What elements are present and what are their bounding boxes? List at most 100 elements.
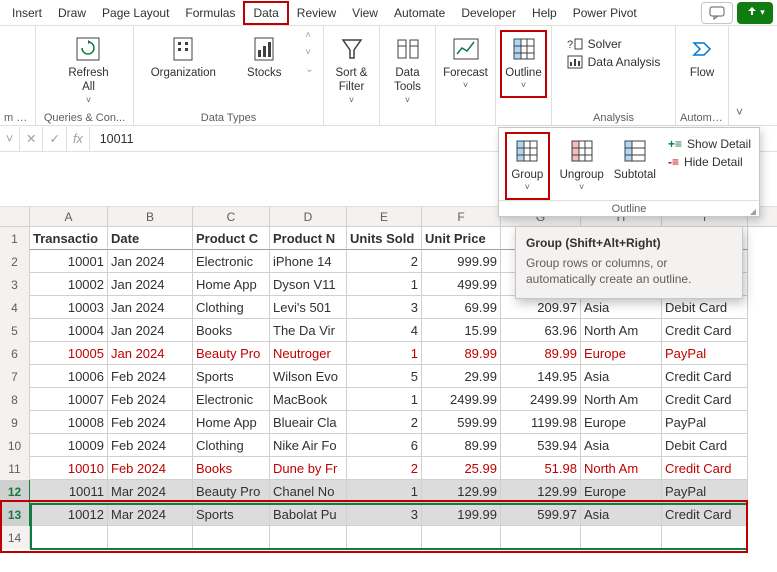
cell[interactable]: Mar 2024 <box>108 480 193 503</box>
cell[interactable]: Date <box>108 227 193 250</box>
cell[interactable]: Jan 2024 <box>108 273 193 296</box>
fbar-cancel[interactable]: ✕ <box>20 127 43 151</box>
col-header-c[interactable]: C <box>193 207 270 226</box>
cell[interactable] <box>270 526 347 549</box>
cell[interactable] <box>193 526 270 549</box>
cell[interactable]: Asia <box>581 296 662 319</box>
cell[interactable]: 499.99 <box>422 273 501 296</box>
data-analysis-button[interactable]: Data Analysis <box>565 54 663 70</box>
ribbon-collapse[interactable]: ˅ <box>728 26 750 125</box>
cell[interactable]: North Am <box>581 319 662 342</box>
cell[interactable]: 10008 <box>30 411 108 434</box>
cell[interactable] <box>501 526 581 549</box>
cell[interactable] <box>108 526 193 549</box>
cell[interactable]: 539.94 <box>501 434 581 457</box>
row-header[interactable]: 12 <box>0 480 30 503</box>
fbar-confirm[interactable]: ✓ <box>43 127 66 151</box>
cell[interactable]: Europe <box>581 342 662 365</box>
fbar-dropdown[interactable]: ˅ <box>0 127 20 151</box>
cell[interactable]: 25.99 <box>422 457 501 480</box>
tab-developer[interactable]: Developer <box>453 1 524 25</box>
row-header[interactable]: 2 <box>0 250 30 273</box>
cell[interactable]: 10004 <box>30 319 108 342</box>
tab-formulas[interactable]: Formulas <box>177 1 243 25</box>
cell[interactable]: Credit Card <box>662 503 748 526</box>
cell[interactable]: 10002 <box>30 273 108 296</box>
cell[interactable]: Feb 2024 <box>108 411 193 434</box>
col-header-b[interactable]: B <box>108 207 193 226</box>
cell[interactable]: 51.98 <box>501 457 581 480</box>
cell[interactable]: Dyson V11 <box>270 273 347 296</box>
tab-insert[interactable]: Insert <box>4 1 50 25</box>
row-header[interactable]: 14 <box>0 526 30 549</box>
cell[interactable]: 149.95 <box>501 365 581 388</box>
cell[interactable]: PayPal <box>662 411 748 434</box>
cell[interactable]: North Am <box>581 457 662 480</box>
cell[interactable]: Feb 2024 <box>108 365 193 388</box>
cell[interactable]: Units Sold <box>347 227 422 250</box>
cell[interactable]: 599.97 <box>501 503 581 526</box>
tab-review[interactable]: Review <box>289 1 344 25</box>
cell[interactable]: Jan 2024 <box>108 296 193 319</box>
cell[interactable]: 2 <box>347 457 422 480</box>
cell[interactable]: Levi's 501 <box>270 296 347 319</box>
expand-icon[interactable]: ⌄ <box>305 64 313 75</box>
cell[interactable]: Nike Air Fo <box>270 434 347 457</box>
row-header[interactable]: 10 <box>0 434 30 457</box>
cell[interactable]: Credit Card <box>662 365 748 388</box>
cell[interactable]: 69.99 <box>422 296 501 319</box>
cell[interactable]: Feb 2024 <box>108 388 193 411</box>
cell[interactable]: Unit Price <box>422 227 501 250</box>
cell[interactable]: Dune by Fr <box>270 457 347 480</box>
cell[interactable]: Wilson Evo <box>270 365 347 388</box>
cell[interactable]: Credit Card <box>662 319 748 342</box>
scroll-up-icon[interactable]: ˄ <box>305 30 313 41</box>
cell[interactable]: 129.99 <box>501 480 581 503</box>
tab-draw[interactable]: Draw <box>50 1 94 25</box>
cell[interactable]: 199.99 <box>422 503 501 526</box>
cell[interactable]: North Am <box>581 388 662 411</box>
cell[interactable]: 89.99 <box>422 434 501 457</box>
flow-button[interactable]: Flow <box>680 30 724 98</box>
row-header[interactable]: 3 <box>0 273 30 296</box>
cell[interactable]: 3 <box>347 296 422 319</box>
cell[interactable]: Sports <box>193 503 270 526</box>
data-tools-button[interactable]: Data Tools˅ <box>384 30 431 108</box>
cell[interactable]: 15.99 <box>422 319 501 342</box>
cell[interactable]: Books <box>193 457 270 480</box>
tab-page-layout[interactable]: Page Layout <box>94 1 177 25</box>
cell[interactable]: 29.99 <box>422 365 501 388</box>
row-header[interactable]: 13 <box>0 503 30 526</box>
row-header[interactable]: 6 <box>0 342 30 365</box>
cell[interactable]: Credit Card <box>662 388 748 411</box>
sort-filter-button[interactable]: Sort & Filter˅ <box>328 30 375 108</box>
cell[interactable]: 2499.99 <box>422 388 501 411</box>
scroll-down-icon[interactable]: ˅ <box>305 47 313 58</box>
cell[interactable]: Sports <box>193 365 270 388</box>
cell[interactable]: Jan 2024 <box>108 250 193 273</box>
col-header-e[interactable]: E <box>347 207 422 226</box>
cell[interactable]: Mar 2024 <box>108 503 193 526</box>
cell[interactable]: 2 <box>347 250 422 273</box>
organization-button[interactable]: Organization <box>143 30 223 98</box>
cell[interactable]: Home App <box>193 411 270 434</box>
cell[interactable]: Feb 2024 <box>108 434 193 457</box>
cell[interactable]: 10005 <box>30 342 108 365</box>
tab-data[interactable]: Data <box>243 1 288 25</box>
cell[interactable]: 4 <box>347 319 422 342</box>
formula-bar-value[interactable]: 10011 <box>90 132 134 146</box>
cell[interactable]: 10009 <box>30 434 108 457</box>
cell[interactable]: Beauty Pro <box>193 480 270 503</box>
cell[interactable]: The Da Vir <box>270 319 347 342</box>
cell[interactable]: Neutroger <box>270 342 347 365</box>
cell[interactable]: Babolat Pu <box>270 503 347 526</box>
cell[interactable] <box>347 526 422 549</box>
cell[interactable]: 10001 <box>30 250 108 273</box>
cell[interactable]: 89.99 <box>422 342 501 365</box>
select-all-corner[interactable] <box>0 207 30 226</box>
stocks-button[interactable]: Stocks <box>237 30 291 98</box>
cell[interactable]: 10012 <box>30 503 108 526</box>
row-header[interactable]: 8 <box>0 388 30 411</box>
cell[interactable]: Debit Card <box>662 296 748 319</box>
cell[interactable]: 6 <box>347 434 422 457</box>
